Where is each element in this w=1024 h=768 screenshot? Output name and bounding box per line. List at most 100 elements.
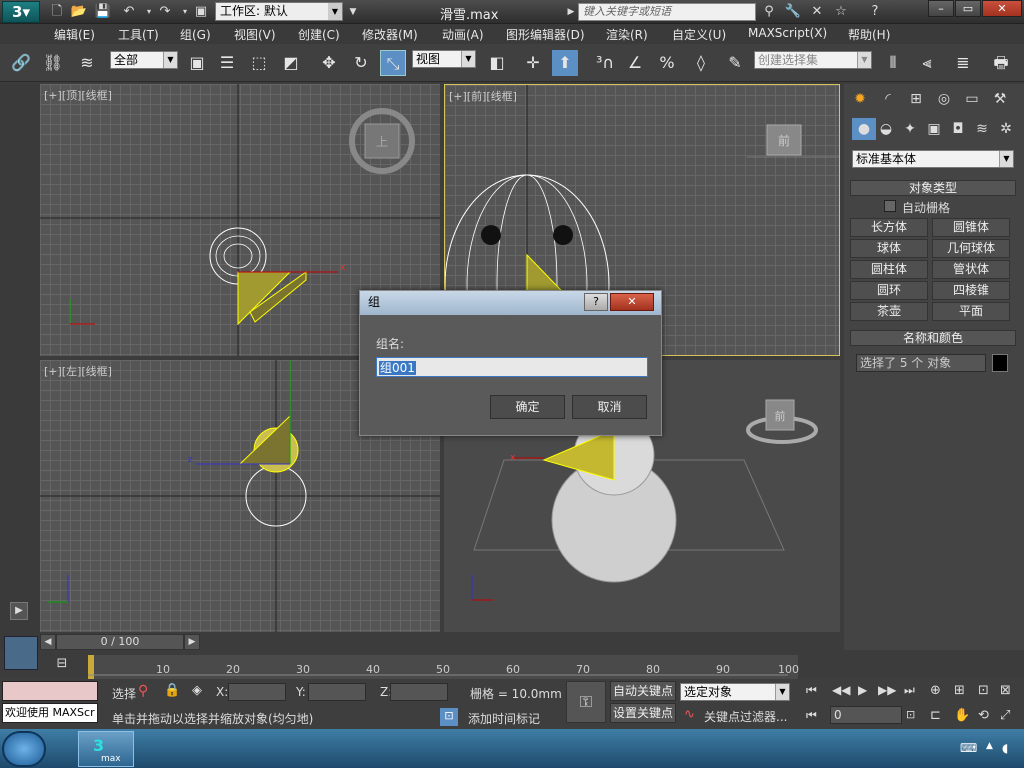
- menu-maxscript[interactable]: MAXScript(X): [748, 26, 827, 40]
- bind-space-warp-icon[interactable]: ≋: [74, 50, 100, 76]
- field-of-view-icon[interactable]: ⊏: [930, 708, 941, 723]
- maxscript-listener-pink[interactable]: [2, 681, 98, 701]
- workspace-dropdown[interactable]: 工作区: 默认 ▼: [215, 2, 343, 21]
- maximize-button[interactable]: ▭: [955, 0, 981, 17]
- motion-tab-icon[interactable]: ◎: [932, 88, 956, 110]
- current-frame-field[interactable]: 0: [830, 706, 902, 724]
- geometry-icon[interactable]: ●: [852, 118, 876, 140]
- dialog-help-button[interactable]: ?: [584, 293, 608, 311]
- align-icon[interactable]: ⫷: [914, 50, 940, 76]
- x-coordinate-field[interactable]: [228, 683, 286, 701]
- key-mode-dropdown[interactable]: 选定对象 ▼: [680, 683, 790, 701]
- link-icon[interactable]: 🔗: [8, 50, 34, 76]
- reference-coordinate-dropdown[interactable]: 视图 ▼: [412, 50, 476, 68]
- create-tab-icon[interactable]: ✹: [848, 88, 872, 110]
- snaps-toggle-icon[interactable]: ³∩: [592, 50, 618, 76]
- menu-tools[interactable]: 工具(T): [118, 26, 159, 43]
- cone-button[interactable]: 圆锥体: [932, 218, 1010, 237]
- tube-button[interactable]: 管状体: [932, 260, 1010, 279]
- pyramid-button[interactable]: 四棱锥: [932, 281, 1010, 300]
- exchange-icon[interactable]: ✕: [808, 3, 826, 21]
- selection-filter-dropdown[interactable]: 全部 ▼: [110, 51, 178, 69]
- open-file-icon[interactable]: 📂: [70, 3, 88, 21]
- render-setup-icon[interactable]: 🖶: [988, 50, 1014, 76]
- pivot-center-icon[interactable]: ◧: [484, 50, 510, 76]
- menu-create[interactable]: 创建(C): [298, 26, 340, 43]
- sphere-button[interactable]: 球体: [850, 239, 928, 258]
- layer-manager-icon[interactable]: ≣: [950, 50, 976, 76]
- lights-icon[interactable]: ✦: [898, 118, 922, 140]
- auto-key-button[interactable]: 自动关键点: [610, 681, 676, 701]
- object-name-field[interactable]: 选择了 5 个 对象: [856, 354, 986, 372]
- hierarchy-tab-icon[interactable]: ⊞: [904, 88, 928, 110]
- track-view-icon[interactable]: ⊟: [52, 656, 72, 674]
- viewport-layout-icon[interactable]: [4, 636, 38, 670]
- isolate-selection-icon[interactable]: ⚲: [138, 683, 148, 699]
- helpers-icon[interactable]: ◘: [946, 118, 970, 140]
- menu-group[interactable]: 组(G): [180, 26, 211, 43]
- box-button[interactable]: 长方体: [850, 218, 928, 237]
- goto-end-icon[interactable]: ⏭: [904, 683, 915, 698]
- next-frame-icon[interactable]: ▶: [184, 634, 200, 650]
- play-icon[interactable]: ▶: [858, 683, 867, 697]
- customize-toolbar-icon[interactable]: ▼: [344, 3, 362, 21]
- named-selection-dropdown[interactable]: 创建选择集 ▼: [754, 51, 872, 69]
- time-config-icon[interactable]: ⊡: [906, 708, 915, 721]
- rotate-icon[interactable]: ↻: [348, 50, 374, 76]
- communication-center-icon[interactable]: 🔧: [784, 3, 802, 21]
- display-tab-icon[interactable]: ▭: [960, 88, 984, 110]
- prev-key-icon[interactable]: ◀◀: [832, 683, 850, 697]
- maximize-viewport-icon[interactable]: ⤢: [1000, 708, 1010, 723]
- select-by-name-icon[interactable]: ☰: [214, 50, 240, 76]
- maxscript-mini-listener[interactable]: 欢迎使用 MAXScr: [2, 703, 98, 723]
- close-button[interactable]: ✕: [982, 0, 1022, 17]
- select-object-icon[interactable]: ▣: [184, 50, 210, 76]
- menu-animation[interactable]: 动画(A): [442, 26, 484, 43]
- project-folder-icon[interactable]: ▣: [192, 3, 210, 21]
- edit-named-selection-icon[interactable]: ✎: [722, 50, 748, 76]
- plane-button[interactable]: 平面: [932, 302, 1010, 321]
- modify-tab-icon[interactable]: ◜: [876, 88, 900, 110]
- save-file-icon[interactable]: 💾: [94, 3, 112, 21]
- scale-icon[interactable]: ⤡: [380, 50, 406, 76]
- binoculars-icon[interactable]: ⚲: [760, 3, 778, 21]
- pan-icon[interactable]: ✋: [954, 708, 970, 723]
- keyboard-icon[interactable]: ⌨: [960, 741, 977, 755]
- new-file-icon[interactable]: 🗋: [48, 3, 66, 21]
- key-mode-toggle-icon[interactable]: ⏮: [806, 708, 817, 723]
- menu-help[interactable]: 帮助(H): [848, 26, 890, 43]
- search-input[interactable]: 键入关键字或短语: [578, 3, 756, 21]
- systems-icon[interactable]: ✲: [994, 118, 1018, 140]
- key-filters-button[interactable]: 关键点过滤器...: [704, 708, 787, 725]
- z-coordinate-field[interactable]: [390, 683, 448, 701]
- shapes-icon[interactable]: ◒: [874, 118, 898, 140]
- group-name-input[interactable]: 组001: [376, 357, 648, 377]
- taskbar-3dsmax-button[interactable]: 3 max: [78, 731, 134, 767]
- utilities-tab-icon[interactable]: ⚒: [988, 88, 1012, 110]
- mirror-icon[interactable]: ⫴: [880, 50, 906, 76]
- object-color-swatch[interactable]: [992, 354, 1008, 372]
- menu-modifiers[interactable]: 修改器(M): [362, 26, 418, 43]
- goto-start-icon[interactable]: ⏮: [806, 683, 817, 698]
- favorites-star-icon[interactable]: ☆: [832, 3, 850, 21]
- unlink-icon[interactable]: ⛓: [40, 50, 66, 76]
- zoom-extents-all-icon[interactable]: ⊠: [1000, 683, 1011, 698]
- lock-icon[interactable]: 🔒: [164, 683, 180, 698]
- rectangle-selection-icon[interactable]: ⬚: [246, 50, 272, 76]
- teapot-button[interactable]: 茶壶: [850, 302, 928, 321]
- orbit-icon[interactable]: ⟲: [978, 708, 989, 723]
- key-icon[interactable]: ⚿: [566, 681, 606, 723]
- dialog-close-button[interactable]: ✕: [610, 293, 654, 311]
- tray-arrow-icon[interactable]: ▲: [986, 741, 993, 751]
- next-key-icon[interactable]: ▶▶: [878, 683, 896, 697]
- move-icon[interactable]: ✥: [316, 50, 342, 76]
- frame-counter[interactable]: 0 / 100: [56, 634, 184, 650]
- ok-button[interactable]: 确定: [490, 395, 565, 419]
- manipulate-icon[interactable]: ✛: [520, 50, 546, 76]
- window-crossing-icon[interactable]: ◩: [278, 50, 304, 76]
- space-warps-icon[interactable]: ≋: [970, 118, 994, 140]
- windows-start-button[interactable]: [2, 731, 46, 767]
- keyboard-shortcut-override-icon[interactable]: ⬆: [552, 50, 578, 76]
- zoom-extents-icon[interactable]: ⊡: [978, 683, 989, 698]
- redo-icon[interactable]: ↷: [156, 3, 174, 21]
